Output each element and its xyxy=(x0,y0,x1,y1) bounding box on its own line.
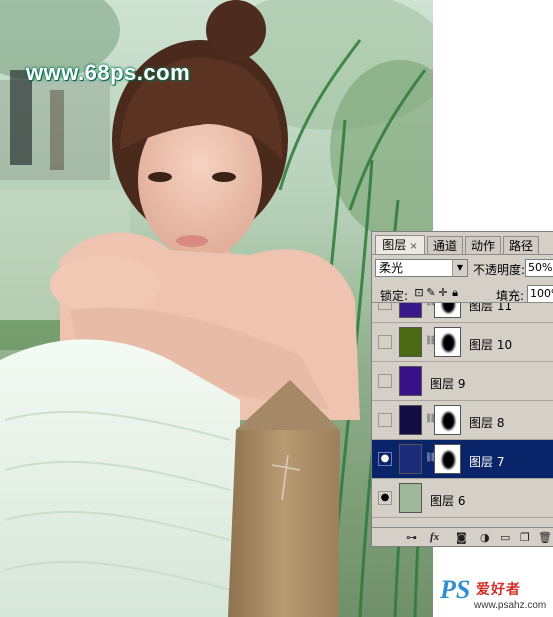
visibility-toggle[interactable] xyxy=(378,413,392,427)
layer-row[interactable]: ● 图层 6 xyxy=(372,479,553,518)
adjustment-layer-icon[interactable]: ◑ xyxy=(480,531,490,544)
tab-paths[interactable]: 路径 xyxy=(503,236,539,255)
mask-shape xyxy=(442,303,455,313)
layer-mask-thumbnail[interactable] xyxy=(434,405,461,435)
visibility-toggle[interactable] xyxy=(378,374,392,388)
brush-lock-icon[interactable]: ✎ xyxy=(426,286,438,299)
layer-name: 图层 11 xyxy=(469,302,513,313)
layer-thumbnail[interactable] xyxy=(399,303,422,318)
add-mask-icon[interactable]: ◙ xyxy=(456,531,467,544)
close-icon[interactable]: × xyxy=(409,241,417,252)
new-group-icon[interactable]: ▭ xyxy=(500,531,510,544)
layer-thumbnail[interactable] xyxy=(399,327,422,357)
tab-channels[interactable]: 通道 xyxy=(427,236,463,255)
logo-brand: PS xyxy=(440,575,471,604)
tab-divider xyxy=(372,254,553,255)
portrait-photo xyxy=(0,0,433,617)
layer-mask-thumbnail[interactable] xyxy=(434,327,461,357)
layer-name: 图层 10 xyxy=(469,338,513,352)
site-watermark: www.68ps.com xyxy=(26,60,191,85)
link-layers-icon[interactable]: ⊶ xyxy=(406,531,417,544)
layer-mask-thumbnail[interactable] xyxy=(434,303,461,318)
logo-name: 爱好者 xyxy=(476,582,521,598)
blend-mode-select[interactable]: 柔光 ▼ xyxy=(375,259,468,277)
transparent-lock-icon[interactable]: ⊡ xyxy=(414,286,426,299)
visibility-toggle[interactable] xyxy=(378,335,392,349)
move-lock-icon[interactable]: ✛ xyxy=(438,286,450,299)
opacity-input[interactable]: 50% xyxy=(525,259,553,277)
layer-name: 图层 6 xyxy=(430,494,466,508)
padlock-icon[interactable]: 🔒︎ xyxy=(450,286,462,300)
visibility-toggle[interactable] xyxy=(378,303,392,310)
tab-layers[interactable]: 图层 × xyxy=(375,235,425,255)
panel-tabs: 图层 × 通道 动作 路径 xyxy=(372,232,553,255)
layer-thumbnail[interactable] xyxy=(399,366,422,396)
tab-actions[interactable]: 动作 xyxy=(465,236,501,255)
mask-shape xyxy=(442,412,455,430)
eye-icon[interactable]: ● xyxy=(378,452,392,466)
tab-layers-label: 图层 xyxy=(382,238,407,252)
layer-name: 图层 8 xyxy=(469,416,505,430)
panel-footer: ⊶ fx ◙ ◑ ▭ ❐ 🗑︎ xyxy=(372,527,553,548)
layer-list: ⛓ 图层 11 ⛓ 图层 10 图层 9 ⛓ 图层 8 ● ⛓ 图层 7 ● 图层 6 xyxy=(372,302,553,528)
chevron-down-icon[interactable]: ▼ xyxy=(452,260,467,276)
new-layer-icon[interactable]: ❐ xyxy=(520,531,530,544)
layer-thumbnail[interactable] xyxy=(399,405,422,435)
layer-thumbnail[interactable] xyxy=(399,483,422,513)
layer-name: 图层 7 xyxy=(469,455,505,469)
eye-icon[interactable]: ● xyxy=(378,491,392,505)
layer-row[interactable]: 图层 9 xyxy=(372,362,553,401)
layer-row[interactable]: ⛓ 图层 10 xyxy=(372,323,553,362)
mask-shape xyxy=(442,334,455,352)
fill-input[interactable]: 100% xyxy=(527,285,553,303)
lock-controls: ⊡✎✛ 🔒︎ xyxy=(414,286,462,300)
opacity-label: 不透明度: xyxy=(473,263,526,277)
layer-row[interactable]: ⛓ 图层 8 xyxy=(372,401,553,440)
layers-panel: 图层 × 通道 动作 路径 柔光 ▼ 不透明度: 50% 锁定: ⊡✎✛ 🔒︎ 填充… xyxy=(371,231,553,547)
mask-shape xyxy=(442,451,455,469)
layer-row[interactable]: ⛓ 图层 11 xyxy=(372,302,553,323)
layer-name: 图层 9 xyxy=(430,377,466,391)
trash-icon[interactable]: 🗑︎ xyxy=(538,531,552,544)
fx-icon[interactable]: fx xyxy=(430,531,439,543)
psahz-logo: PS 爱好者 www.psahz.com xyxy=(436,573,553,617)
photo-canvas xyxy=(0,0,433,617)
layer-row[interactable]: ● ⛓ 图层 7 xyxy=(372,440,553,479)
blend-mode-value: 柔光 xyxy=(379,261,404,275)
layer-thumbnail[interactable] xyxy=(399,444,422,474)
logo-url: www.psahz.com xyxy=(474,600,547,611)
layer-mask-thumbnail[interactable] xyxy=(434,444,461,474)
